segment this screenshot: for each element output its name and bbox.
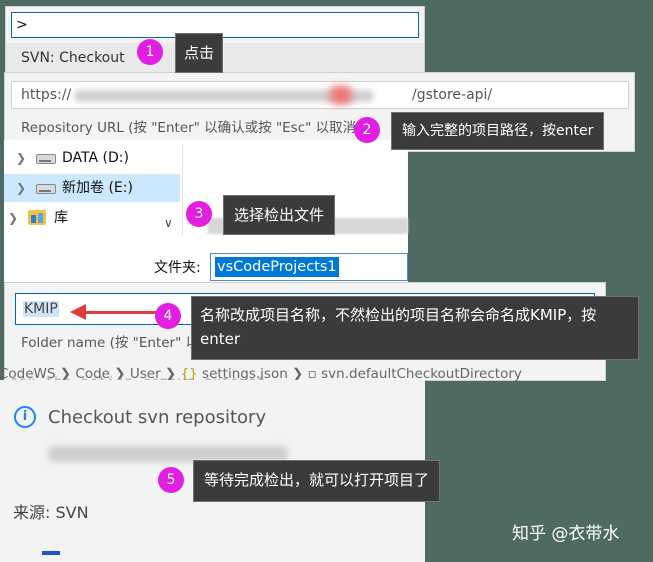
tree-item-library[interactable]: ❯ 库 — [4, 204, 180, 232]
notification-title: Checkout svn repository — [48, 407, 267, 428]
chevron-right-icon[interactable]: ❯ — [8, 204, 18, 232]
redacted-url — [74, 90, 374, 102]
step-badge-4: 4 — [155, 303, 181, 329]
step-badge-5: 5 — [158, 467, 184, 493]
pointer-arrow — [84, 311, 164, 314]
tree-item-label: 库 — [54, 210, 68, 226]
tree-item-data-drive[interactable]: ❯ DATA (D:) — [4, 144, 180, 172]
url-suffix: /gstore-api/ — [412, 87, 493, 103]
step-tooltip-3: 选择检出文件 — [223, 195, 336, 235]
folder-name-selection: KMIP — [23, 301, 59, 317]
folder-name-value: vsCodeProjects1 — [215, 257, 339, 277]
folder-name-input[interactable]: vsCodeProjects1 — [210, 253, 408, 281]
tree-item-label: DATA (D:) — [62, 150, 129, 166]
redacted-mark — [330, 86, 352, 104]
tree-item-e-drive[interactable]: ❯ 新加卷 (E:) — [4, 174, 180, 202]
step-badge-2: 2 — [354, 117, 380, 143]
notification-source: 来源: SVN — [13, 503, 89, 522]
chevron-right-icon[interactable]: ❯ — [16, 144, 26, 172]
folder-label: 文件夹: — [154, 260, 201, 276]
step-badge-3: 3 — [186, 201, 212, 227]
library-icon — [28, 210, 46, 225]
step-tooltip-4: 名称改成项目名称，不然检出的项目名称会命名成KMIP，按enter — [191, 296, 639, 360]
step-tooltip-2: 输入完整的项目路径，按enter — [391, 112, 605, 150]
drive-icon — [36, 154, 56, 164]
chevron-right-icon[interactable]: ❯ — [16, 174, 26, 202]
info-icon: i — [14, 406, 36, 428]
repository-url-input[interactable]: https:// /gstore-api/ — [11, 81, 629, 109]
tree-item-label: 新加卷 (E:) — [62, 180, 133, 196]
drive-icon — [36, 184, 56, 194]
step-badge-1: 1 — [137, 39, 163, 65]
navigation-tree: ❯ DATA (D:) ❯ 新加卷 (E:) ❯ 库 — [4, 144, 180, 238]
arrow-head-icon — [70, 304, 86, 320]
scroll-down-icon[interactable]: ∨ — [164, 216, 173, 230]
url-prefix: https:// — [21, 87, 72, 103]
pane-divider — [182, 144, 183, 236]
step-tooltip-1: 点击 — [175, 33, 224, 73]
repository-url-hint: Repository URL (按 "Enter" 以确认或按 "Esc" 以取… — [21, 120, 362, 136]
step-tooltip-5: 等待完成检出，就可以打开项目了 — [193, 460, 441, 502]
watermark: 知乎 @衣带水 — [512, 524, 620, 544]
progress-indicator — [42, 551, 60, 555]
